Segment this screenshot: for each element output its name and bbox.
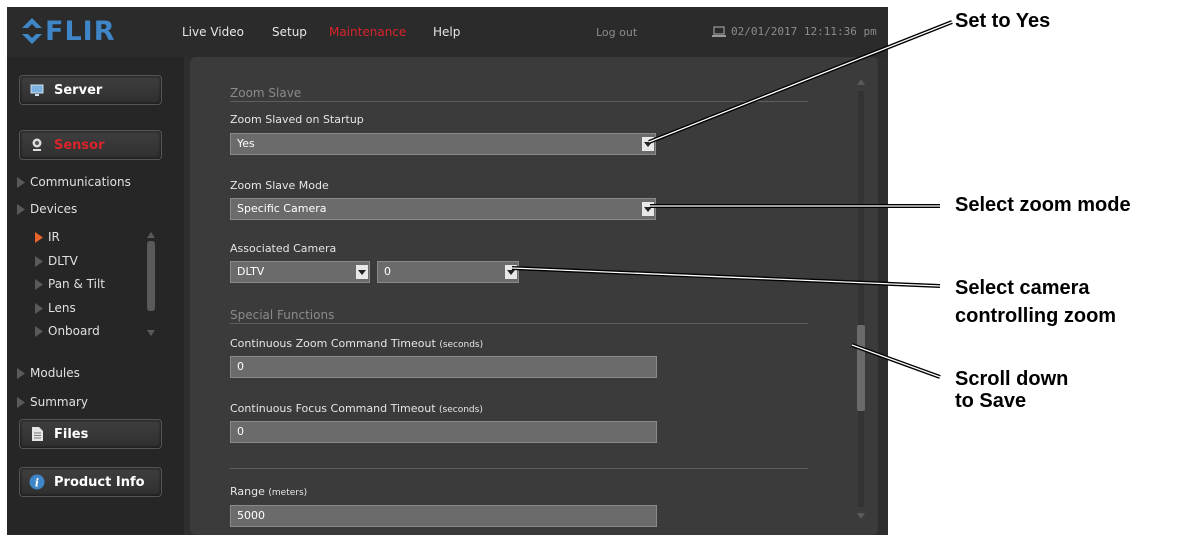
leader-set-to-yes [648, 20, 953, 144]
callout-leader-lines [511, 20, 953, 379]
callout-scroll-down-line1: Scroll down [955, 368, 1069, 390]
callout-select-camera-line1: Select camera [955, 277, 1090, 299]
leader-select-camera [511, 266, 941, 288]
callout-select-camera-line2: controlling zoom [955, 305, 1117, 327]
leader-scroll-down [851, 343, 941, 379]
callout-select-zoom-mode: Select zoom mode [955, 194, 1131, 216]
callout-scroll-down-line2: to Save [955, 390, 1027, 412]
callout-set-to-yes: Set to Yes [955, 10, 1051, 32]
